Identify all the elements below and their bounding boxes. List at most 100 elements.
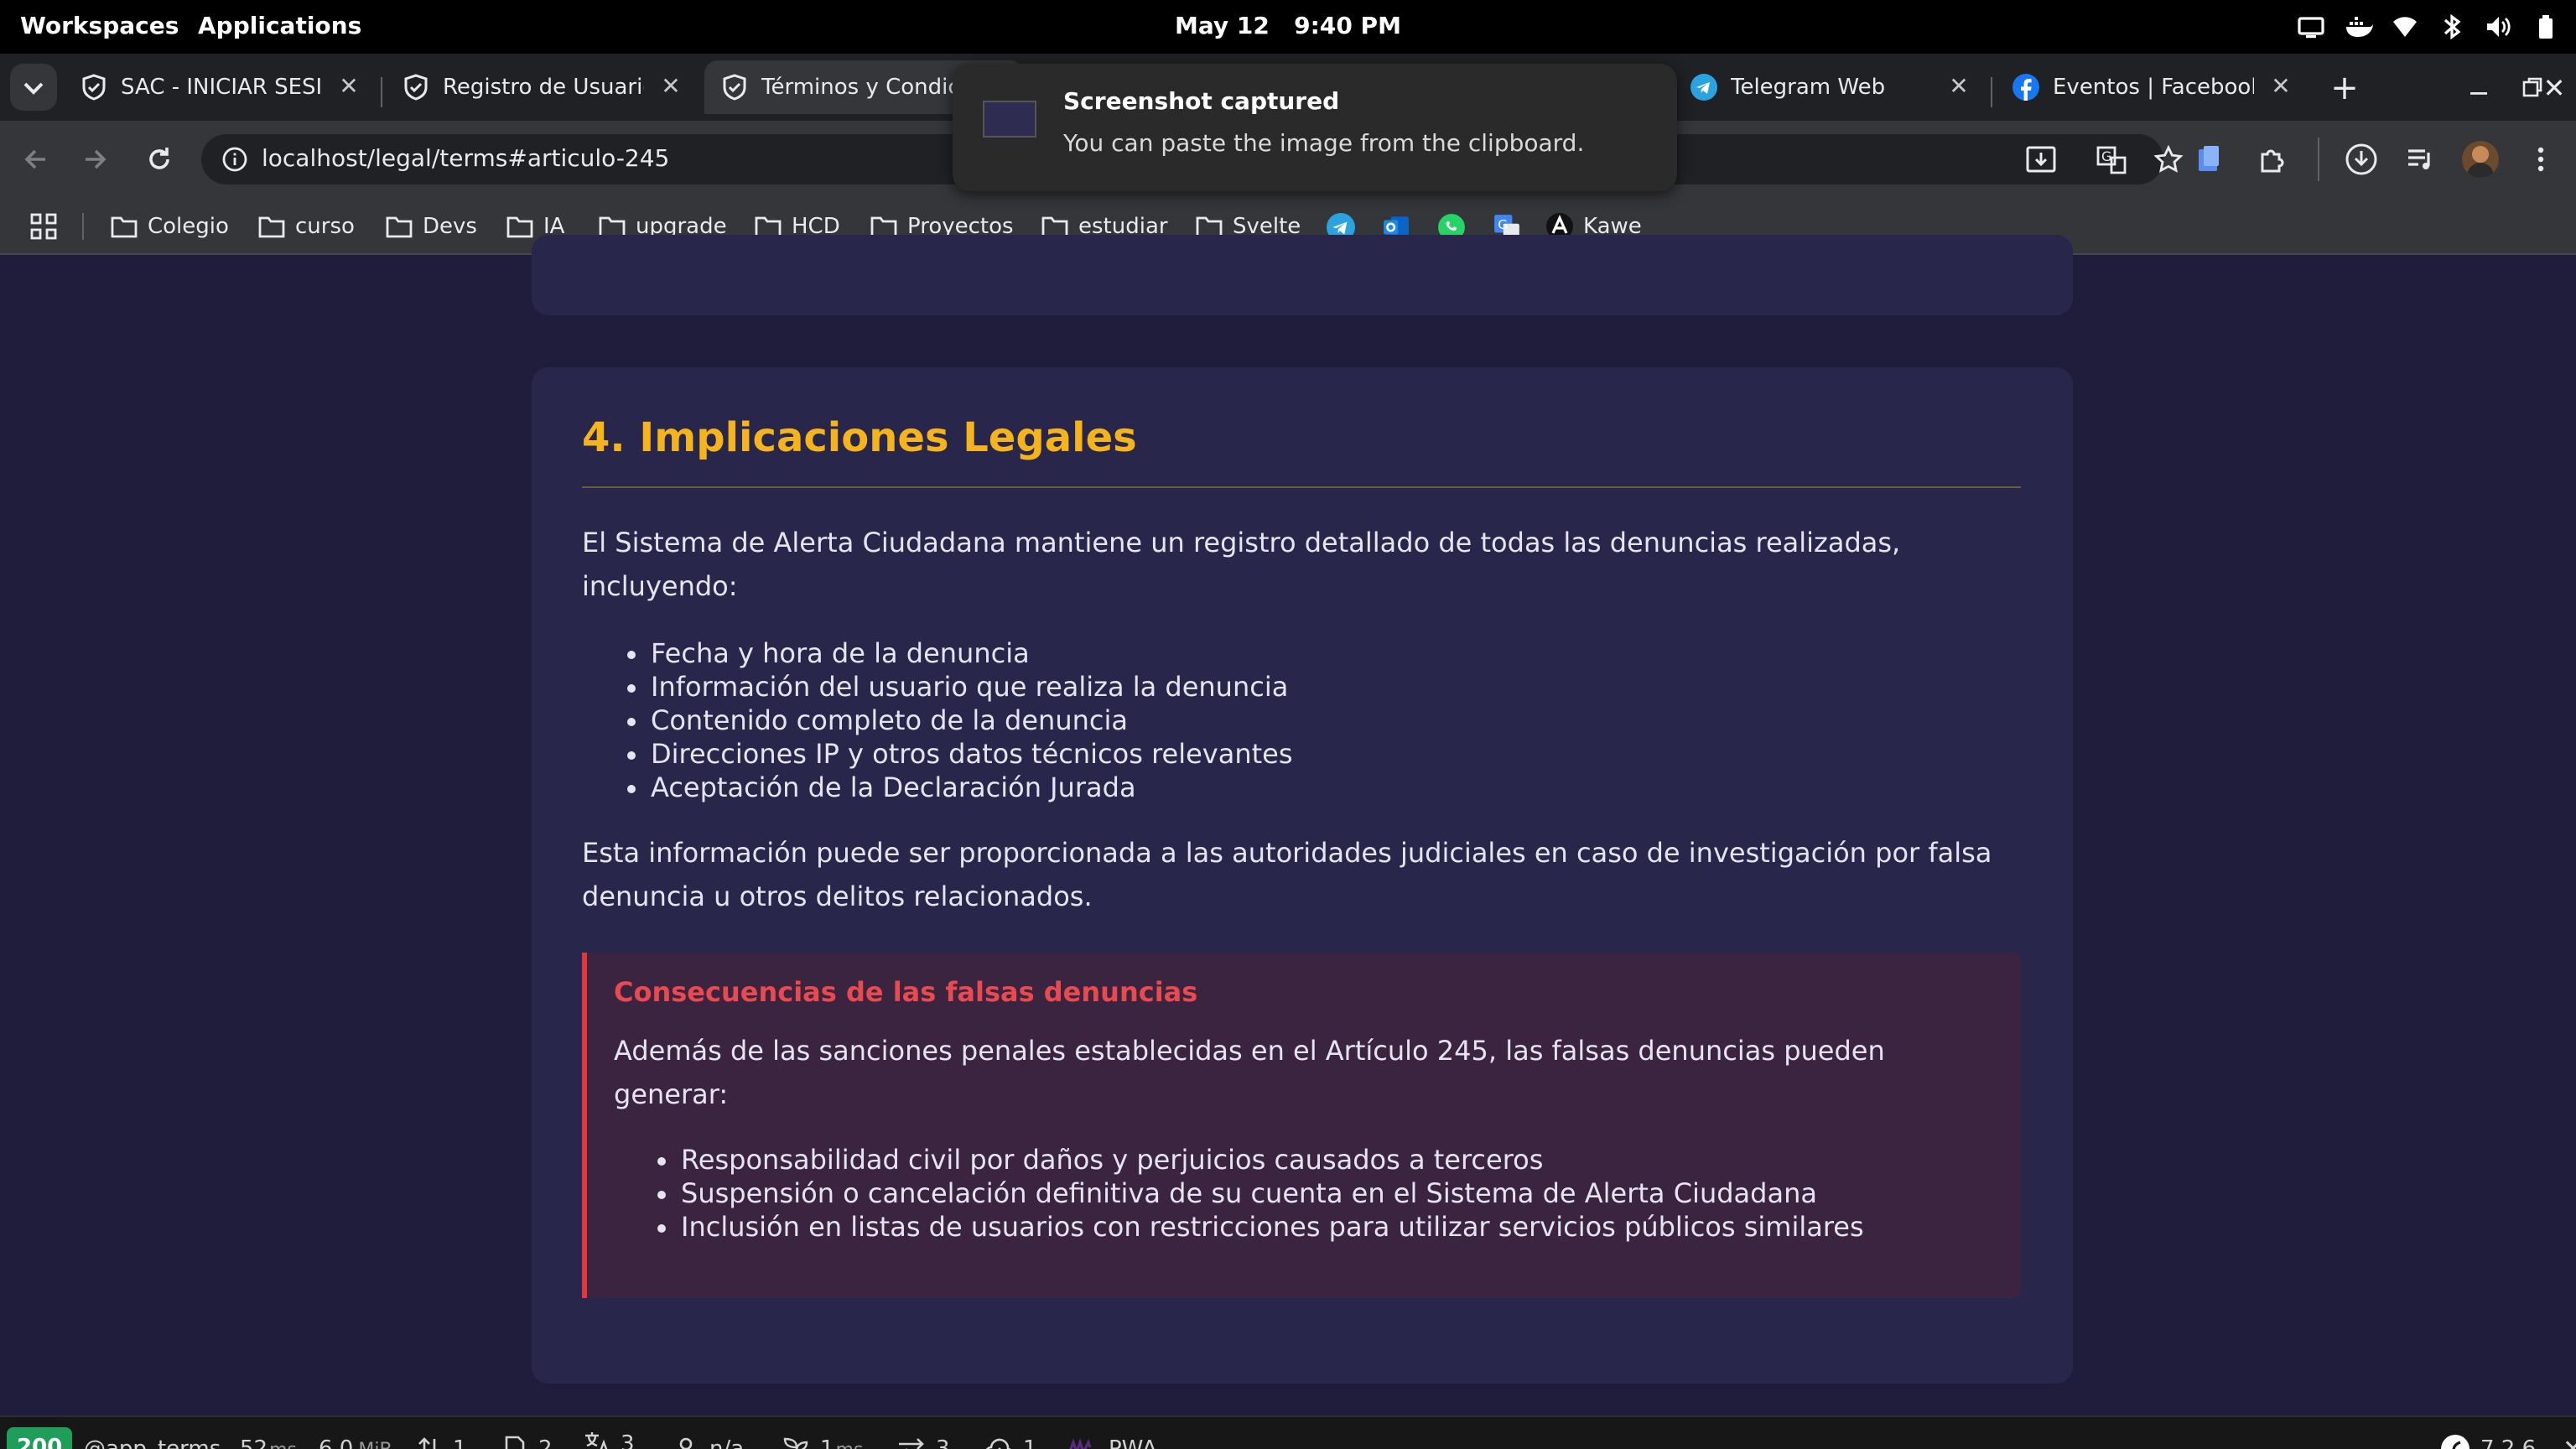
bookmark-folder-devs[interactable]: Devs (386, 198, 477, 255)
previous-section-card (532, 235, 2073, 315)
bookmark-label: Devs (423, 214, 477, 239)
version-number: 7.2.6 (2480, 1436, 2537, 1449)
cache-unit: ms (835, 1438, 864, 1449)
media-control-button[interactable] (2405, 144, 2435, 174)
bookmark-star-icon[interactable] (2153, 144, 2184, 174)
close-tab-icon[interactable]: ✕ (1945, 74, 1972, 101)
tab-registro-usuario[interactable]: Registro de Usuario ✕ (386, 60, 698, 114)
folder-icon (386, 216, 413, 238)
tab-divider (1991, 77, 1992, 107)
list-item: Contenido completo de la denuncia (627, 704, 1293, 738)
symfony-debug-toolbar: 200 @app_terms 52 ms 6.0 MiB 1 2 3 n/a 1 ms… (0, 1415, 2576, 1449)
clock-date: May 12 (1175, 13, 1270, 40)
folder-icon (506, 216, 533, 238)
arrow-right-icon (86, 149, 106, 169)
cache-panel[interactable]: 1 ms (783, 1417, 863, 1449)
display-icon[interactable] (2298, 13, 2324, 40)
hide-toolbar-button[interactable]: ✕ (2563, 1417, 2576, 1449)
bookmark-folder-curso[interactable]: curso (258, 198, 355, 255)
shield-icon (82, 74, 106, 101)
download-icon (2345, 143, 2377, 175)
list-item: Aceptación de la Declaración Jurada (627, 771, 1293, 805)
pwa-label: PWA (1109, 1436, 1157, 1449)
requests-count: 1 (453, 1436, 467, 1449)
bookmark-divider (82, 213, 84, 240)
warning-title: Consecuencias de las falsas denuncias (614, 976, 1198, 1008)
notification-body: You can paste the image from the clipboa… (1063, 131, 1585, 158)
section-heading: 4. Implicaciones Legales (582, 414, 1137, 461)
user-icon (679, 1437, 693, 1449)
security-panel[interactable]: n/a (673, 1417, 744, 1449)
translate-icon (585, 1432, 608, 1449)
memory-usage[interactable]: 6.0 MiB (319, 1417, 392, 1449)
wifi-icon[interactable] (2392, 13, 2418, 40)
extensions-menu-button[interactable] (2257, 144, 2288, 174)
battery-icon[interactable] (2532, 13, 2559, 40)
screenshot-thumbnail (983, 101, 1036, 138)
intro-paragraph: El Sistema de Alerta Ciudadana mantiene … (582, 527, 1901, 602)
close-window-button[interactable]: ✕ (2532, 54, 2576, 121)
bookmark-folder-colegio[interactable]: Colegio (111, 198, 229, 255)
http-client-panel[interactable]: 1 (984, 1417, 1037, 1449)
close-icon: ✕ (2563, 1434, 2576, 1449)
system-tray[interactable] (2298, 13, 2559, 40)
forward-button[interactable] (80, 144, 111, 174)
document-icon (505, 1436, 525, 1449)
tab-search-button[interactable] (10, 60, 57, 114)
url-text[interactable]: localhost/legal/terms#articulo-245 (262, 134, 669, 184)
translations-panel[interactable]: 3 (567, 1417, 652, 1449)
consequences-list: Responsabilidad civil por daños y perjui… (657, 1144, 1864, 1244)
reload-button[interactable] (144, 144, 174, 174)
volume-icon[interactable] (2485, 13, 2512, 40)
bluetooth-icon[interactable] (2438, 13, 2465, 40)
extension-button[interactable] (2194, 144, 2224, 174)
pwa-panel[interactable]: PWA (1067, 1417, 1157, 1449)
requests-panel[interactable]: 1 (416, 1417, 467, 1449)
folder-icon (258, 216, 285, 238)
bookmark-label: curso (295, 214, 355, 239)
install-app-icon[interactable] (2026, 146, 2056, 173)
arrow-left-icon (24, 149, 45, 169)
new-tab-button[interactable]: + (2324, 60, 2365, 114)
tab-sac-login[interactable]: SAC - INICIAR SESIÓN ✕ (64, 60, 376, 114)
user-value: n/a (709, 1436, 745, 1449)
status-code-badge[interactable]: 200 (7, 1417, 73, 1449)
forms-panel[interactable]: 2 (501, 1417, 553, 1449)
profile-avatar[interactable] (2462, 141, 2499, 178)
docker-icon[interactable] (2345, 13, 2373, 40)
close-icon: ✕ (2542, 71, 2566, 103)
warning-text: Además de las sanciones penales establec… (614, 1035, 1885, 1110)
request-time[interactable]: 52 ms (240, 1417, 297, 1449)
browser-menu-button[interactable] (2526, 144, 2556, 174)
puzzle-icon (2261, 149, 2284, 173)
tab-telegram-web[interactable]: Telegram Web ✕ (1674, 60, 1986, 114)
telegram-icon (1690, 74, 1717, 101)
clock[interactable]: May 12 9:40 PM (0, 0, 2576, 54)
chevron-down-icon (10, 64, 57, 111)
tab-eventos-facebook[interactable]: Eventos | Facebook ✕ (1996, 60, 2308, 114)
close-tab-icon[interactable]: ✕ (335, 74, 362, 101)
shield-icon (404, 74, 428, 101)
downloads-button[interactable] (2345, 143, 2378, 176)
events-panel[interactable]: 3 (897, 1417, 950, 1449)
screenshot-notification[interactable]: Screenshot captured You can paste the im… (953, 64, 1677, 191)
list-item: Inclusión en listas de usuarios con rest… (657, 1211, 1864, 1243)
close-tab-icon[interactable]: ✕ (2267, 74, 2294, 101)
forms-count: 2 (538, 1436, 553, 1449)
minimize-icon (2470, 92, 2487, 95)
avatar-face (2472, 146, 2489, 163)
close-tab-icon[interactable]: ✕ (657, 74, 684, 101)
http-client-count: 1 (1023, 1436, 1037, 1449)
kebab-menu-icon (2537, 147, 2544, 172)
route-name[interactable]: @app_terms (84, 1417, 221, 1449)
tab-title: Telegram Web (1731, 75, 1886, 100)
memory-value: 6.0 (319, 1436, 354, 1449)
apps-button[interactable] (30, 198, 67, 255)
minimize-window-button[interactable] (2465, 60, 2506, 114)
notification-title: Screenshot captured (1063, 89, 1340, 116)
back-button[interactable] (20, 144, 50, 174)
translate-icon[interactable]: G (2096, 144, 2127, 174)
site-info-icon[interactable] (221, 146, 248, 173)
shield-icon (723, 74, 746, 101)
symfony-version[interactable]: 7.2.6 (2440, 1417, 2536, 1449)
